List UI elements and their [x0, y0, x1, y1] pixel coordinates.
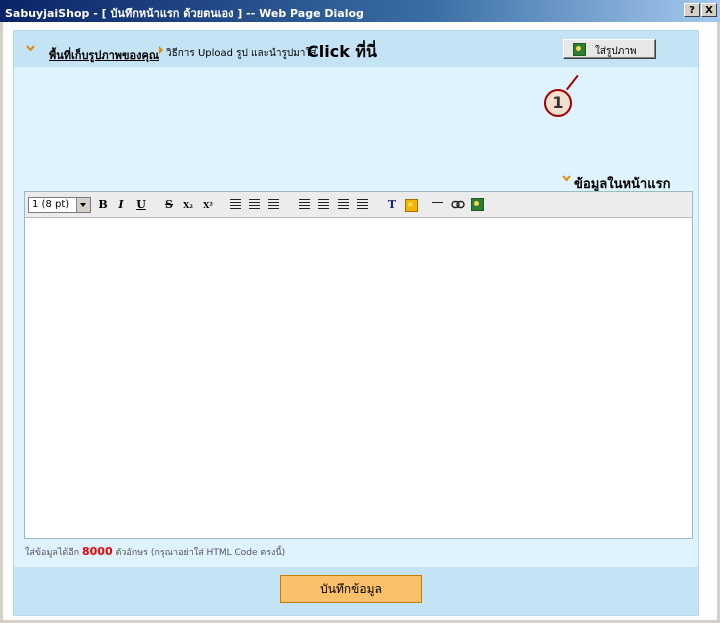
italic-button[interactable]: I: [113, 197, 129, 213]
click-here-link[interactable]: Click ที่นี่: [307, 40, 377, 65]
indent-icon[interactable]: [357, 199, 368, 210]
chevron-down-icon: [562, 175, 571, 182]
bold-button[interactable]: B: [95, 197, 111, 213]
callout-marker: 1: [544, 89, 572, 117]
image-icon: [573, 43, 586, 56]
insert-image-button[interactable]: ใส่รูปภาพ: [563, 39, 656, 59]
save-button[interactable]: บันทึกข้อมูล: [280, 575, 422, 603]
close-button[interactable]: X: [701, 3, 717, 17]
editor-toolbar: 1 (8 pt) B I U S X₂ X² T: [25, 192, 692, 218]
align-center-icon[interactable]: [249, 199, 260, 210]
footer-band: บันทึกข้อมูล: [14, 567, 698, 615]
font-size-value: 1 (8 pt): [32, 199, 70, 210]
subscript-button[interactable]: X₂: [180, 197, 196, 213]
hint-prefix: ใส่ข้อมูลได้อีก: [25, 548, 80, 558]
chevron-down-icon: [76, 198, 90, 212]
remaining-character-count: 8000: [82, 545, 113, 558]
insert-image-icon[interactable]: [471, 198, 484, 211]
highlight-color-icon[interactable]: [405, 199, 418, 212]
content-panel: พื้นที่เก็บรูปภาพของคุณ วิธีการ Upload ร…: [13, 30, 699, 616]
chevron-down-icon: [26, 45, 35, 52]
image-storage-link[interactable]: พื้นที่เก็บรูปภาพของคุณ: [49, 46, 159, 64]
underline-button[interactable]: U: [133, 197, 149, 213]
character-limit-hint: ใส่ข้อมูลได้อีก 8000 ตัวอักษร (กรุณาอย่า…: [25, 545, 285, 559]
help-button[interactable]: ?: [684, 3, 700, 17]
insert-image-label: ใส่รูปภาพ: [595, 46, 637, 57]
rich-text-editor: 1 (8 pt) B I U S X₂ X² T: [24, 191, 693, 539]
window-titlebar: SabuyjaiShop - [ บันทึกหน้าแรก ด้วยตนเอง…: [0, 0, 720, 22]
strikethrough-button[interactable]: S: [161, 197, 177, 213]
align-left-icon[interactable]: [230, 199, 241, 210]
numbered-list-icon[interactable]: [299, 199, 310, 210]
horizontal-rule-icon[interactable]: [432, 202, 443, 203]
font-size-select[interactable]: 1 (8 pt): [28, 197, 91, 213]
link-icon[interactable]: [451, 200, 465, 209]
dialog-body: พื้นที่เก็บรูปภาพของคุณ วิธีการ Upload ร…: [3, 22, 717, 620]
editor-content-area[interactable]: [25, 219, 692, 538]
superscript-button[interactable]: X²: [200, 197, 216, 213]
hint-suffix: ตัวอักษร (กรุณาอย่าใส่ HTML Code ตรงนี้): [115, 548, 286, 558]
text-color-icon[interactable]: T: [384, 197, 400, 213]
arrow-right-icon: [159, 46, 163, 54]
upload-instruction: วิธีการ Upload รูป และนำรูปมาใส่: [166, 48, 317, 59]
header-band: พื้นที่เก็บรูปภาพของคุณ วิธีการ Upload ร…: [14, 31, 698, 67]
bullet-list-icon[interactable]: [318, 199, 329, 210]
outdent-icon[interactable]: [338, 199, 349, 210]
callout-pointer: [566, 74, 579, 91]
align-right-icon[interactable]: [268, 199, 279, 210]
window-title: SabuyjaiShop - [ บันทึกหน้าแรก ด้วยตนเอง…: [5, 7, 364, 20]
